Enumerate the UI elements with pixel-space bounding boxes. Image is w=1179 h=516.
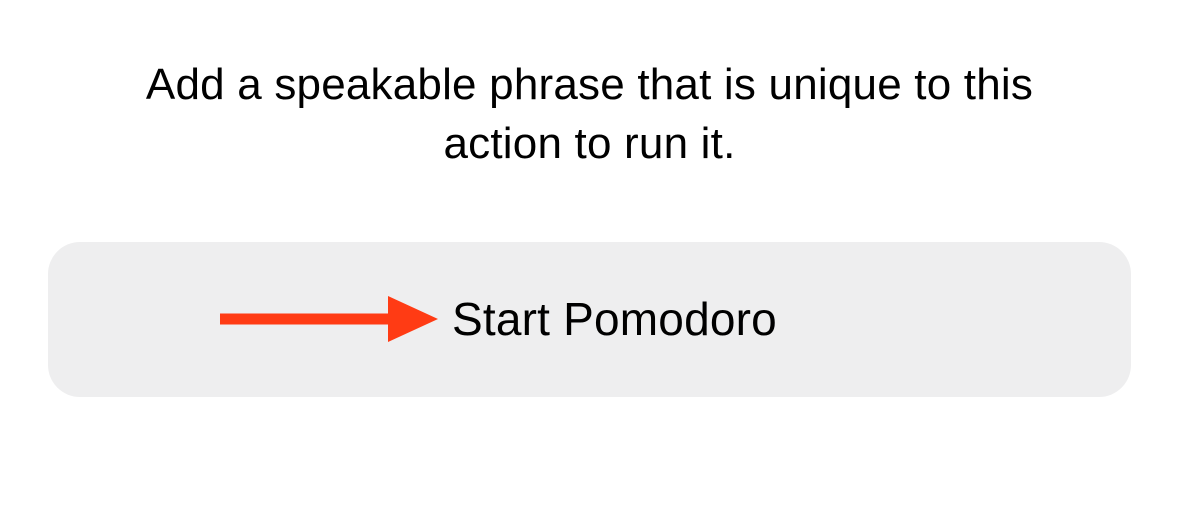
phrase-input[interactable] — [452, 292, 1092, 346]
arrow-annotation — [220, 292, 440, 346]
arrow-right-icon — [220, 292, 440, 346]
phrase-input-container[interactable] — [48, 242, 1131, 397]
instruction-text: Add a speakable phrase that is unique to… — [90, 55, 1090, 174]
